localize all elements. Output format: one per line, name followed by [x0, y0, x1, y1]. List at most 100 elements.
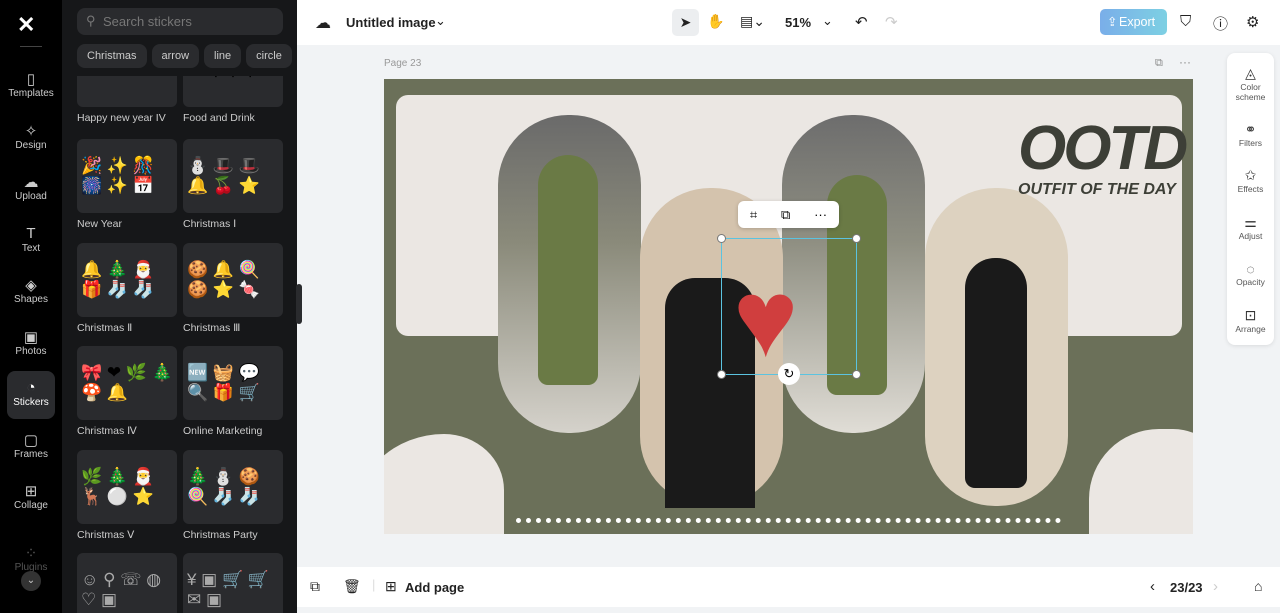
sticker-pack[interactable]: 🆕 🧺 💬 🔍 🎁 🛒 Online Marketing: [183, 346, 283, 437]
sticker-pack[interactable]: ⚲ ⚲ ⚲ Food and Drink: [183, 76, 283, 124]
photo-frame[interactable]: [925, 188, 1068, 506]
sticker-pack[interactable]: 🌿 🎄 🎅 🦌 ⚪ ⭐ Christmas Ⅴ: [77, 450, 177, 541]
sticker-pack[interactable]: ⛄ 🎩 🎩 🔔 🍒 ⭐ Christmas Ⅰ: [183, 139, 283, 230]
resize-handle[interactable]: [717, 370, 726, 379]
label: Effects: [1237, 184, 1264, 194]
sticker-pack[interactable]: 🎄 ⛄ 🍪 🍭 🧦 🧦 Christmas Party: [183, 450, 283, 541]
select-tool-icon[interactable]: ➤: [672, 9, 699, 36]
help-icon[interactable]: ⓘ: [1213, 13, 1228, 34]
divider: [20, 46, 42, 47]
sticker-pack[interactable]: ✿ ⁘ ✕ Happy new year IV: [77, 76, 177, 124]
page-more-icon[interactable]: ···: [1179, 55, 1191, 69]
hand-tool-icon[interactable]: ✋: [707, 13, 724, 30]
export-button[interactable]: ⇪ Export: [1100, 9, 1167, 35]
document-title[interactable]: Untitled image: [346, 15, 436, 30]
adjust-icon: ⚌: [1244, 214, 1257, 230]
more-icon[interactable]: ···: [814, 207, 827, 222]
divider: |: [372, 577, 376, 592]
decor-shape: [384, 434, 504, 534]
sticker-pack[interactable]: ¥ ▣ 🛒 🛒 ✉ ▣: [183, 553, 283, 613]
ootd-subtitle[interactable]: OUTFIT OF THE DAY: [1018, 181, 1176, 199]
prev-page-icon[interactable]: ‹: [1150, 578, 1155, 595]
color-scheme-button[interactable]: ◬ Color scheme: [1227, 65, 1274, 102]
expand-chevron-icon[interactable]: ⌄: [21, 571, 41, 591]
chip-line[interactable]: line: [204, 44, 242, 68]
pack-label: Christmas Party: [183, 529, 258, 541]
settings-icon[interactable]: ⚙: [1246, 13, 1259, 31]
zoom-chevron-icon[interactable]: ⌄: [822, 13, 833, 29]
rail-collage[interactable]: ⊞ Collage: [7, 474, 55, 522]
sticker-pack[interactable]: 🎀 ❤ 🌿 🎄 🍄 🔔 Christmas Ⅳ: [77, 346, 177, 437]
panel-collapse-handle[interactable]: [296, 284, 302, 324]
duplicate-page-icon[interactable]: ⧉: [1155, 57, 1163, 70]
frames-icon: ▢: [23, 432, 39, 449]
sticker-pack[interactable]: ☺ ⚲ ☏ ◍ ♡ ▣: [77, 553, 177, 613]
collage-icon: ⊞: [24, 483, 38, 500]
rail-templates[interactable]: ▯ Templates: [7, 62, 55, 110]
shapes-icon: ◈: [25, 277, 37, 294]
rail-design[interactable]: ✧ Design: [7, 114, 55, 162]
sticker-thumb: 🍪 🔔 🍭 🍪 ⭐ 🍬: [183, 243, 283, 317]
zoom-level[interactable]: 51%: [785, 15, 811, 30]
chip-christmas[interactable]: Christmas: [77, 44, 147, 68]
adjust-button[interactable]: ⚌ Adjust: [1227, 214, 1274, 241]
label: Design: [15, 140, 47, 151]
add-page-button[interactable]: Add page: [405, 580, 464, 595]
chip-circle[interactable]: circle: [246, 44, 292, 68]
pack-label: Christmas Ⅴ: [77, 529, 135, 541]
sticker-pack[interactable]: 🎉 ✨ 🎊 🎆 ✨ 📅 New Year: [77, 139, 177, 230]
chip-arrow[interactable]: arrow: [151, 44, 200, 68]
selection-box[interactable]: [717, 234, 861, 379]
shield-icon[interactable]: ⛉: [1180, 13, 1191, 30]
resize-handle[interactable]: [852, 370, 861, 379]
layout-icon[interactable]: ▤⌄: [740, 13, 765, 30]
duplicate-page-icon[interactable]: ⧉: [310, 578, 320, 595]
photos-icon: ▣: [23, 329, 39, 346]
design-canvas[interactable]: OOTD OUTFIT OF THE DAY ♥ ↻ ⌗ ⧉ ···: [384, 79, 1193, 534]
sticker-thumb: 🎄 ⛄ 🍪 🍭 🧦 🧦: [183, 450, 283, 524]
filters-icon: ⚭: [1244, 121, 1257, 137]
rotate-icon[interactable]: ↻: [778, 363, 800, 385]
sticker-thumb: ¥ ▣ 🛒 🛒 ✉ ▣: [183, 553, 283, 613]
pack-label: Christmas Ⅳ: [77, 425, 137, 437]
text-icon: T: [26, 225, 36, 242]
sticker-thumb: 🌿 🎄 🎅 🦌 ⚪ ⭐: [77, 450, 177, 524]
rail-text[interactable]: T Text: [7, 217, 55, 265]
pages-overview-icon[interactable]: ⌂: [1254, 578, 1262, 594]
filters-button[interactable]: ⚭ Filters: [1227, 121, 1274, 148]
search-input[interactable]: ⚲ Search stickers: [77, 8, 283, 35]
effects-button[interactable]: ✩ Effects: [1227, 167, 1274, 194]
arrange-button[interactable]: ⊡ Arrange: [1227, 307, 1274, 334]
rail-shapes[interactable]: ◈ Shapes: [7, 268, 55, 316]
rail-stickers[interactable]: ◔ Stickers: [7, 371, 55, 419]
delete-icon[interactable]: 🗑: [343, 578, 361, 595]
resize-handle[interactable]: [852, 234, 861, 243]
decor-shape: [1089, 429, 1193, 534]
label: Upload: [15, 191, 47, 202]
add-page-icon[interactable]: ⊞: [385, 578, 397, 595]
pack-label: New Year: [77, 218, 122, 230]
ootd-heading[interactable]: OOTD: [1018, 113, 1188, 184]
duplicate-icon[interactable]: ⧉: [781, 207, 790, 223]
rail-frames[interactable]: ▢ Frames: [7, 423, 55, 471]
sticker-pack[interactable]: 🔔 🎄 🎅 🎁 🧦 🧦 Christmas Ⅱ: [77, 243, 177, 334]
opacity-button[interactable]: ◌ Opacity: [1227, 261, 1274, 287]
sticker-thumb: ⛄ 🎩 🎩 🔔 🍒 ⭐: [183, 139, 283, 213]
plugins-icon: ⁘: [24, 545, 38, 562]
crop-icon[interactable]: ⌗: [750, 207, 757, 223]
next-page-icon[interactable]: ›: [1213, 578, 1218, 595]
photo-frame[interactable]: [498, 115, 641, 433]
label: Collage: [14, 500, 48, 511]
sticker-thumb: 🎀 ❤ 🌿 🎄 🍄 🔔: [77, 346, 177, 420]
opacity-icon: ◌: [1246, 261, 1255, 277]
title-chevron-icon[interactable]: ⌄: [435, 13, 446, 29]
pack-label: Food and Drink: [183, 112, 255, 124]
rail-photos[interactable]: ▣ Photos: [7, 320, 55, 368]
undo-icon[interactable]: ↶: [855, 13, 868, 31]
export-icon: ⇪: [1107, 15, 1118, 29]
rail-upload[interactable]: ☁ Upload: [7, 165, 55, 213]
redo-icon[interactable]: ↷: [885, 13, 898, 31]
resize-handle[interactable]: [717, 234, 726, 243]
page-count: 23/23: [1170, 580, 1203, 595]
sticker-pack[interactable]: 🍪 🔔 🍭 🍪 ⭐ 🍬 Christmas Ⅲ: [183, 243, 283, 334]
